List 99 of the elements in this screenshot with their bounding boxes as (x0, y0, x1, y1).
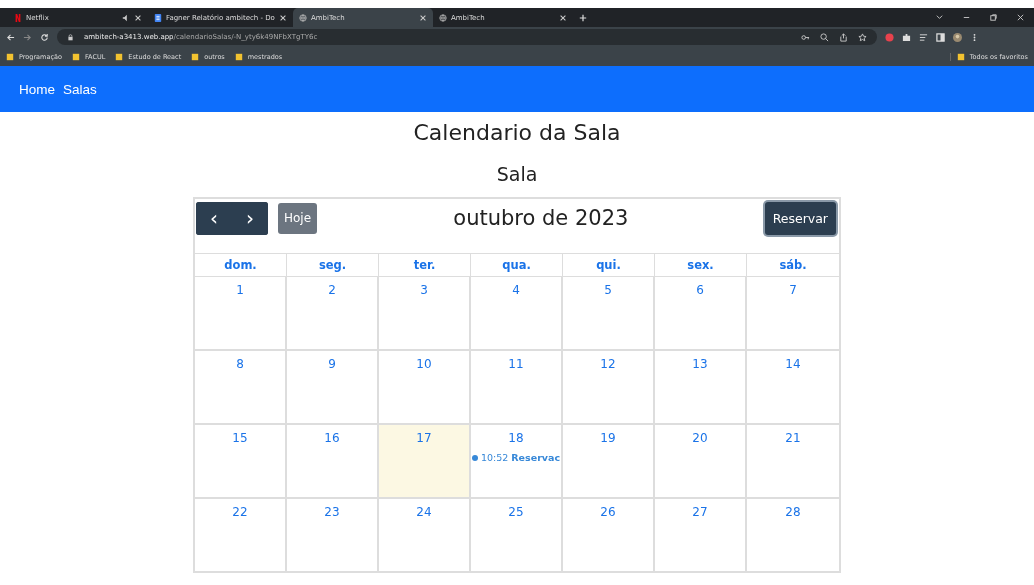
new-tab-icon[interactable] (578, 13, 587, 22)
close-icon[interactable] (1016, 13, 1025, 22)
lock-icon (67, 33, 74, 41)
day-number[interactable]: 19 (600, 431, 616, 445)
share-icon[interactable] (839, 32, 848, 42)
day-cell[interactable]: 1 (195, 277, 287, 351)
day-number[interactable]: 3 (420, 283, 428, 297)
zoom-icon[interactable] (820, 32, 829, 42)
day-cell[interactable]: 24 (379, 499, 471, 573)
puzzle-icon[interactable] (902, 32, 911, 42)
close-icon[interactable] (278, 13, 287, 22)
profile-avatar-icon[interactable] (953, 32, 962, 42)
day-number[interactable]: 12 (600, 357, 616, 371)
day-number[interactable]: 7 (789, 283, 797, 297)
folder-icon (234, 52, 243, 61)
day-number[interactable]: 21 (785, 431, 801, 445)
day-number[interactable]: 27 (692, 505, 708, 519)
key-icon[interactable] (801, 32, 810, 42)
day-cell[interactable]: 27 (655, 499, 747, 573)
day-number[interactable]: 18 (508, 431, 524, 445)
reserve-button[interactable]: Reservar (764, 201, 836, 235)
weekday-header: qua. (471, 254, 563, 277)
weekday-header: seg. (287, 254, 379, 277)
close-icon[interactable] (134, 13, 142, 22)
day-number[interactable]: 4 (512, 283, 520, 297)
folder-icon (191, 52, 200, 61)
day-number[interactable]: 9 (328, 357, 336, 371)
day-cell[interactable]: 18 10:52 Reservac (471, 425, 563, 499)
day-cell[interactable]: 5 (563, 277, 655, 351)
day-cell[interactable]: 13 (655, 351, 747, 425)
forward-icon[interactable] (23, 32, 32, 42)
weekday-header: dom. (195, 254, 287, 277)
globe-icon (438, 13, 447, 22)
day-number[interactable]: 1 (236, 283, 244, 297)
chevron-down-icon[interactable] (935, 13, 944, 22)
day-cell[interactable]: 28 (747, 499, 839, 573)
day-number[interactable]: 14 (785, 357, 801, 371)
close-icon[interactable] (558, 13, 567, 22)
document-icon (154, 13, 162, 22)
day-cell[interactable]: 14 (747, 351, 839, 425)
folder-icon (956, 52, 965, 61)
day-number[interactable]: 23 (324, 505, 340, 519)
day-cell[interactable]: 12 (563, 351, 655, 425)
netflix-logo-icon (14, 13, 22, 22)
today-button[interactable]: Hoje (278, 202, 318, 234)
globe-icon (298, 13, 307, 22)
day-cell[interactable]: 11 (471, 351, 563, 425)
page-title: Calendario da Sala (412, 119, 622, 147)
day-number[interactable]: 22 (232, 505, 248, 519)
day-cell[interactable]: 23 (287, 499, 379, 573)
day-cell[interactable]: 6 (655, 277, 747, 351)
day-number[interactable]: 5 (604, 283, 612, 297)
folder-icon (71, 52, 80, 61)
day-cell[interactable]: 8 (195, 351, 287, 425)
day-number[interactable]: 6 (696, 283, 704, 297)
day-cell[interactable]: 19 (563, 425, 655, 499)
close-icon[interactable] (418, 13, 427, 22)
side-panel-icon[interactable] (936, 32, 945, 42)
folder-icon (6, 52, 14, 61)
back-icon[interactable] (6, 32, 15, 42)
star-icon[interactable] (858, 32, 867, 42)
day-cell[interactable]: 15 (195, 425, 287, 499)
day-cell[interactable]: 3 (379, 277, 471, 351)
nav-link[interactable]: Salas (63, 81, 97, 97)
day-cell[interactable]: 26 (563, 499, 655, 573)
day-number[interactable]: 17 (416, 431, 432, 445)
month-title: outubro de 2023 (452, 206, 630, 230)
reading-list-icon[interactable] (919, 32, 928, 42)
day-number[interactable]: 2 (328, 283, 336, 297)
weekday-header: ter. (379, 254, 471, 277)
restore-icon[interactable] (989, 13, 998, 22)
day-cell[interactable]: 22 (195, 499, 287, 573)
day-number[interactable]: 11 (508, 357, 524, 371)
day-number[interactable]: 25 (508, 505, 524, 519)
day-number[interactable]: 16 (324, 431, 340, 445)
day-number[interactable]: 24 (416, 505, 432, 519)
day-number[interactable]: 10 (416, 357, 432, 371)
weekday-header: sex. (655, 254, 747, 277)
day-cell[interactable]: 17 (379, 425, 471, 499)
day-number[interactable]: 28 (785, 505, 801, 519)
calendar-event[interactable]: 10:52 Reservac (471, 452, 561, 463)
day-cell[interactable]: 4 (471, 277, 563, 351)
day-cell[interactable]: 9 (287, 351, 379, 425)
day-cell[interactable]: 25 (471, 499, 563, 573)
day-number[interactable]: 15 (232, 431, 248, 445)
day-cell[interactable]: 20 (655, 425, 747, 499)
day-number[interactable]: 26 (600, 505, 616, 519)
weekday-header: qui. (563, 254, 655, 277)
day-number[interactable]: 20 (692, 431, 708, 445)
page-subtitle: Sala (495, 162, 539, 186)
day-number[interactable]: 13 (692, 357, 708, 371)
weekday-header: sáb. (747, 254, 839, 277)
day-cell[interactable]: 2 (287, 277, 379, 351)
day-cell[interactable]: 21 (747, 425, 839, 499)
day-number[interactable]: 8 (236, 357, 244, 371)
folder-icon (115, 52, 124, 61)
day-cell[interactable]: 7 (747, 277, 839, 351)
nav-link[interactable]: Home (19, 81, 55, 97)
reload-icon[interactable] (40, 32, 49, 42)
